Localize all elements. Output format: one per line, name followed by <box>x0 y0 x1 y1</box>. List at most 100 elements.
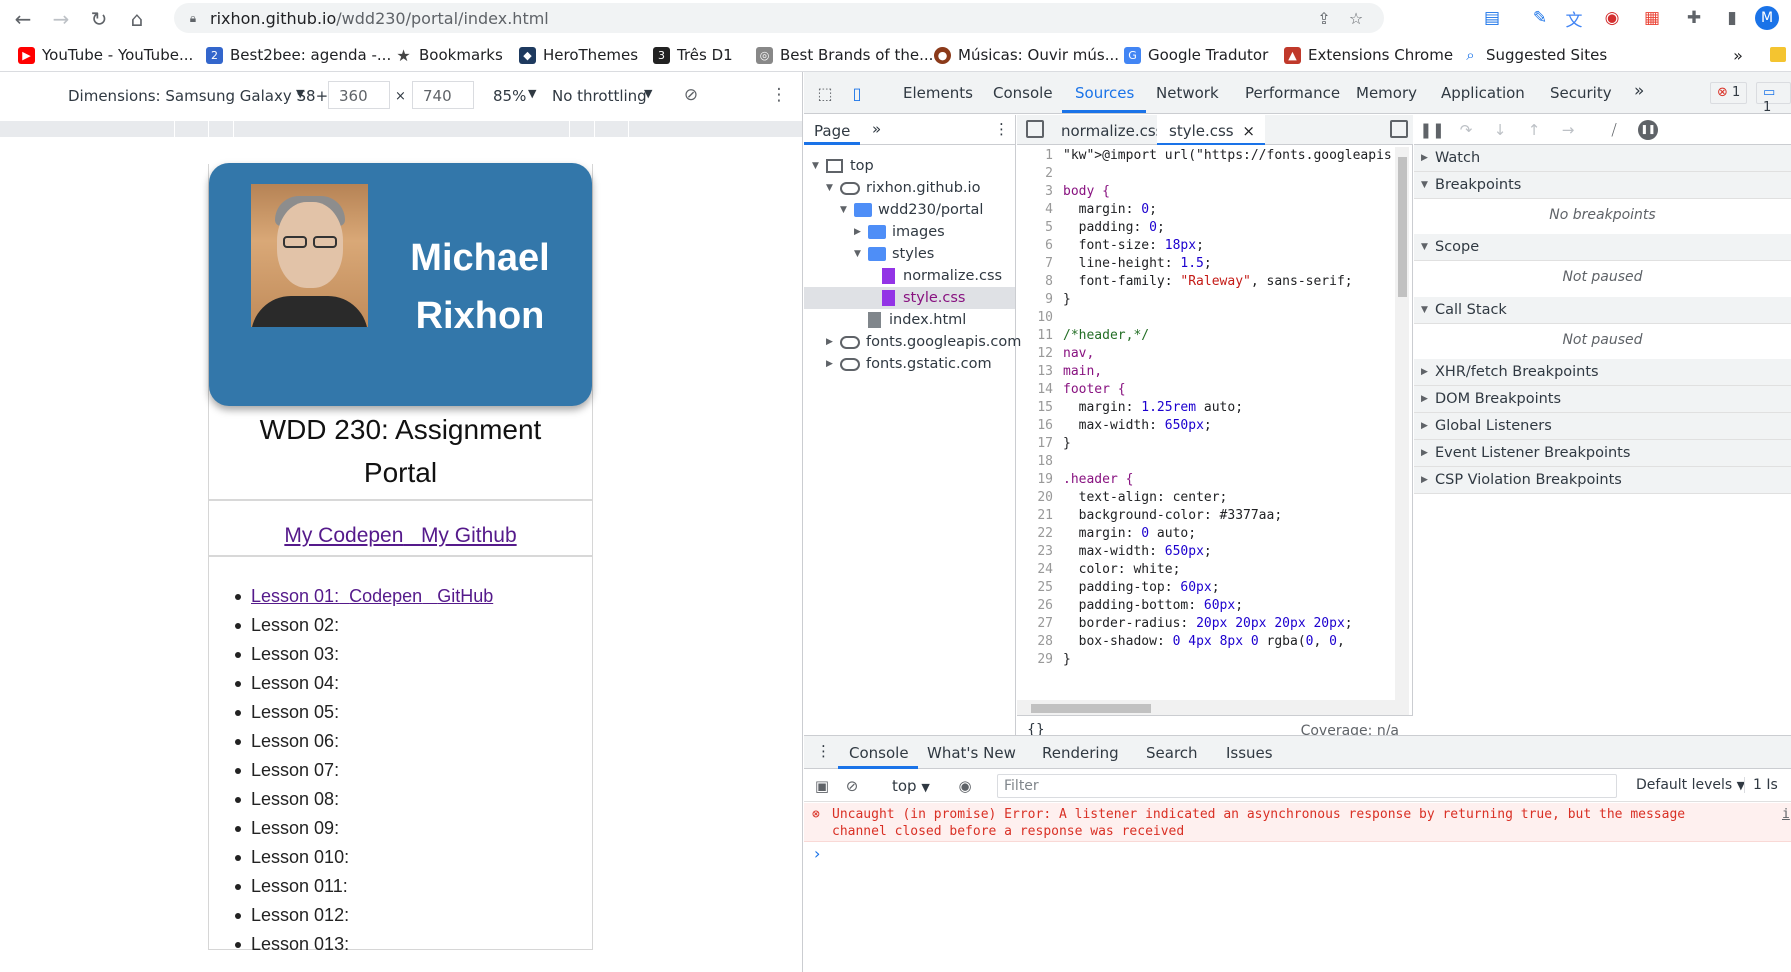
more-bookmarks-icon[interactable]: » <box>1728 45 1748 65</box>
bookmark-suggested-sites[interactable]: ⌕ Suggested Sites <box>1462 46 1607 64</box>
tree-item-portal-folder[interactable]: ▼ wdd230/portal <box>840 199 983 221</box>
extension-opera-icon[interactable]: ◉ <box>1600 6 1624 30</box>
bookmark-herothemes[interactable]: ◆ HeroThemes <box>519 46 638 64</box>
tree-item-index[interactable]: index.html <box>868 309 966 331</box>
rotate-icon[interactable]: ⊘ <box>680 84 702 106</box>
bookmark-google-tradutor[interactable]: G Google Tradutor <box>1124 46 1268 64</box>
tab-elements[interactable]: Elements <box>903 84 973 102</box>
pause-on-exceptions-icon[interactable]: ❚❚ <box>1638 120 1658 140</box>
pause-icon[interactable]: ❚❚ <box>1419 120 1444 140</box>
line-number[interactable]: 16 <box>1017 417 1053 435</box>
line-number[interactable]: 1 <box>1017 147 1053 165</box>
line-number[interactable]: 17 <box>1017 435 1053 453</box>
tree-item-style[interactable]: style.css <box>804 287 1015 309</box>
line-number[interactable]: 8 <box>1017 273 1053 291</box>
tab-sources[interactable]: Sources <box>1075 84 1134 102</box>
step-into-icon[interactable]: ↓ <box>1490 120 1510 140</box>
navigator-more-icon[interactable]: » <box>872 120 881 138</box>
editor-tab-normalize[interactable]: normalize.css <box>1061 122 1163 140</box>
tab-network[interactable]: Network <box>1156 84 1219 102</box>
device-height-input[interactable]: 740 <box>412 81 474 109</box>
drawer-tab-whats-new[interactable]: What's New <box>927 744 1016 762</box>
toggle-debugger-icon[interactable] <box>1390 120 1408 138</box>
error-source-link[interactable]: i <box>1782 806 1790 823</box>
bookmark-tres-d1[interactable]: 3 Três D1 <box>653 46 733 64</box>
section-scope[interactable]: ▼ Scope <box>1414 234 1791 261</box>
my-codepen-link[interactable]: My Codepen <box>284 524 403 547</box>
bookmark-musicas[interactable]: ● Músicas: Ouvir mús... <box>934 46 1119 64</box>
line-number[interactable]: 13 <box>1017 363 1053 381</box>
device-width-input[interactable]: 360 <box>328 81 390 109</box>
line-number[interactable]: 19 <box>1017 471 1053 489</box>
step-icon[interactable]: → <box>1558 120 1578 140</box>
line-number[interactable]: 25 <box>1017 579 1053 597</box>
tree-item-normalize[interactable]: normalize.css <box>882 265 1002 287</box>
line-number[interactable]: 11 <box>1017 327 1053 345</box>
line-number[interactable]: 18 <box>1017 453 1053 471</box>
section-csp-breakpoints[interactable]: ▶ CSP Violation Breakpoints <box>1414 467 1791 494</box>
navigator-menu-icon[interactable]: ⋮ <box>994 120 1009 138</box>
bookmark-best2bee[interactable]: 2 Best2bee: agenda -... <box>206 46 391 64</box>
drawer-tab-issues[interactable]: Issues <box>1226 744 1273 762</box>
chevron-down-icon[interactable]: ▼ <box>528 87 536 100</box>
horizontal-scrollbar[interactable] <box>1017 700 1409 716</box>
issues-counter[interactable]: 1 Is <box>1744 777 1778 793</box>
tree-item-googleapis[interactable]: ▶ fonts.googleapis.com <box>826 331 1021 353</box>
tree-item-gstatic[interactable]: ▶ fonts.gstatic.com <box>826 353 992 375</box>
section-event-listener-breakpoints[interactable]: ▶ Event Listener Breakpoints <box>1414 440 1791 467</box>
chevron-down-icon[interactable]: ▼ <box>296 87 304 100</box>
lock-icon[interactable]: 🔒︎ <box>186 11 200 25</box>
extension-translate-icon[interactable]: 文 <box>1562 6 1586 31</box>
drawer-tab-rendering[interactable]: Rendering <box>1042 744 1119 762</box>
bookmark-youtube[interactable]: ▶ YouTube - YouTube... <box>18 46 193 64</box>
tree-item-host[interactable]: ▼ rixhon.github.io <box>826 177 980 199</box>
step-over-icon[interactable]: ↷ <box>1456 120 1476 140</box>
clear-console-icon[interactable]: ⊘ <box>842 776 862 796</box>
share-icon[interactable]: ⇪ <box>1312 6 1336 30</box>
device-toggle-icon[interactable]: ▯ <box>846 82 868 104</box>
device-dimensions-select[interactable]: Dimensions: Samsung Galaxy S8+ <box>68 87 328 105</box>
extensions-puzzle-icon[interactable]: ✚ <box>1682 6 1706 30</box>
message-count-badge[interactable]: ▭ 1 <box>1756 82 1791 115</box>
scrollbar-thumb[interactable] <box>1031 704 1151 713</box>
code-area[interactable]: 1 "kw">@import url("https://fonts.googlea… <box>1017 147 1393 687</box>
section-global-listeners[interactable]: ▶ Global Listeners <box>1414 413 1791 440</box>
line-number[interactable]: 5 <box>1017 219 1053 237</box>
tree-item-top[interactable]: ▼ top <box>812 155 874 177</box>
other-bookmarks-folder-icon[interactable] <box>1770 47 1786 62</box>
line-number[interactable]: 14 <box>1017 381 1053 399</box>
throttling-select[interactable]: No throttling <box>552 87 647 105</box>
console-filter-input[interactable]: Filter <box>997 774 1617 798</box>
section-watch[interactable]: ▶ Watch <box>1414 145 1791 172</box>
line-number[interactable]: 4 <box>1017 201 1053 219</box>
line-number[interactable]: 26 <box>1017 597 1053 615</box>
deactivate-breakpoints-icon[interactable]: ⧸ <box>1604 120 1624 140</box>
tree-item-images[interactable]: ▶ images <box>854 221 945 243</box>
line-number[interactable]: 23 <box>1017 543 1053 561</box>
console-prompt-icon[interactable]: › <box>814 844 820 863</box>
section-call-stack[interactable]: ▼ Call Stack <box>1414 297 1791 324</box>
extension-printer-icon[interactable]: ▤ <box>1480 6 1504 30</box>
context-select[interactable]: top ▼ <box>892 777 930 795</box>
log-levels-select[interactable]: Default levels ▼ <box>1636 777 1745 793</box>
media-query-ruler[interactable] <box>0 121 802 137</box>
line-number[interactable]: 10 <box>1017 309 1053 327</box>
line-number[interactable]: 9 <box>1017 291 1053 309</box>
tab-memory[interactable]: Memory <box>1356 84 1417 102</box>
vertical-scrollbar[interactable] <box>1395 147 1409 707</box>
line-number[interactable]: 27 <box>1017 615 1053 633</box>
line-number[interactable]: 12 <box>1017 345 1053 363</box>
chevron-down-icon[interactable]: ▼ <box>644 87 652 100</box>
editor-tab-style[interactable]: style.css × <box>1157 115 1265 145</box>
line-number[interactable]: 2 <box>1017 165 1053 183</box>
bookmark-best-brands[interactable]: ◎ Best Brands of the... <box>756 46 933 64</box>
toggle-navigator-icon[interactable] <box>1026 120 1044 138</box>
line-number[interactable]: 22 <box>1017 525 1053 543</box>
line-number[interactable]: 6 <box>1017 237 1053 255</box>
line-number[interactable]: 24 <box>1017 561 1053 579</box>
my-github-link[interactable]: My Github <box>421 524 517 547</box>
line-number[interactable]: 15 <box>1017 399 1053 417</box>
line-number[interactable]: 20 <box>1017 489 1053 507</box>
drawer-menu-icon[interactable]: ⋮ <box>816 742 831 760</box>
inspect-element-icon[interactable]: ⬚ <box>814 82 836 104</box>
